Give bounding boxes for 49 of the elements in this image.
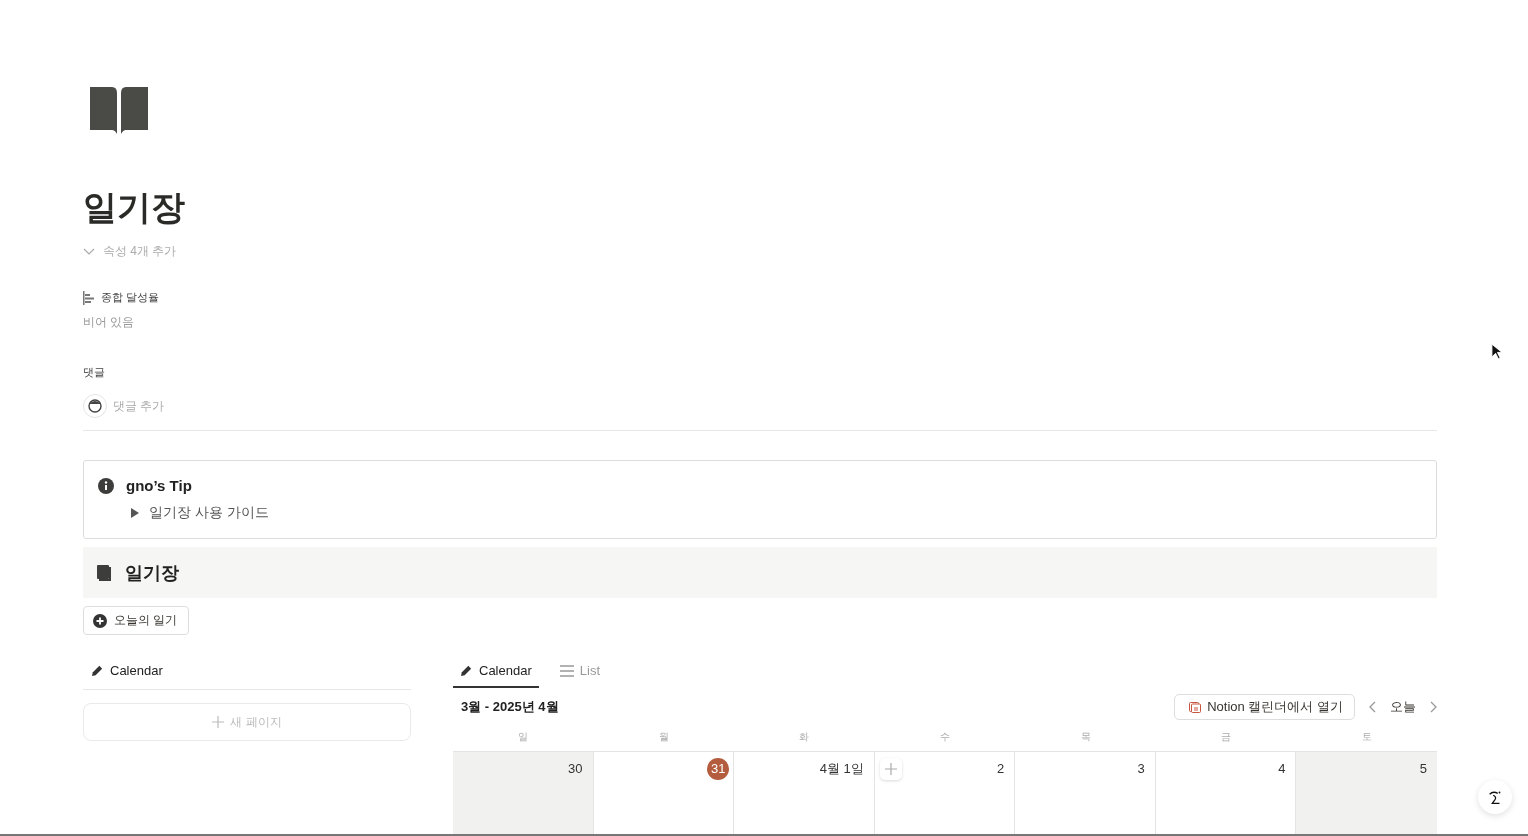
weekday-label: 화 bbox=[734, 722, 875, 752]
chevron-down-icon bbox=[83, 247, 95, 256]
property-label: 종합 달성율 bbox=[101, 290, 160, 305]
comments-label: 댓글 bbox=[83, 365, 105, 380]
page-title: 일기장 bbox=[83, 187, 186, 228]
avatar-icon bbox=[83, 394, 107, 418]
weekday-label: 금 bbox=[1155, 722, 1297, 752]
triangle-right-icon bbox=[131, 508, 139, 518]
day-cell[interactable]: 5 bbox=[1296, 752, 1437, 834]
today-button[interactable]: 오늘 bbox=[1390, 698, 1416, 716]
weekday-label: 수 bbox=[874, 722, 1016, 752]
callout-title: gno’s Tip bbox=[126, 477, 192, 494]
info-icon bbox=[98, 477, 114, 494]
day-cell[interactable]: 30 bbox=[453, 752, 594, 834]
day-number: 30 bbox=[568, 760, 583, 778]
view-tab[interactable]: Calendar bbox=[91, 663, 163, 678]
pencil-icon bbox=[460, 664, 473, 677]
chevron-right-icon bbox=[1430, 701, 1437, 713]
day-number: 3 bbox=[1136, 760, 1145, 778]
chevron-left-icon bbox=[1369, 701, 1376, 713]
weekday-label: 목 bbox=[1015, 722, 1156, 752]
guide-toggle[interactable]: 일기장 사용 가이드 bbox=[131, 504, 269, 522]
day-cell[interactable]: 4월 1일 bbox=[734, 752, 875, 834]
day-cell[interactable]: 31 bbox=[593, 752, 735, 834]
open-calendar-button[interactable]: Notion 캘린더에서 열기 bbox=[1174, 694, 1355, 720]
cursor-icon bbox=[1491, 343, 1502, 360]
day-number: 4 bbox=[1277, 760, 1286, 778]
month-range: 3월 - 2025년 4월 bbox=[461, 698, 559, 716]
next-button[interactable] bbox=[1430, 701, 1437, 713]
add-event-button[interactable] bbox=[879, 758, 902, 780]
section-title: 일기장 bbox=[125, 561, 179, 585]
day-cell[interactable]: 2 bbox=[874, 752, 1016, 834]
plus-icon bbox=[212, 716, 225, 728]
previous-button[interactable] bbox=[1369, 701, 1376, 713]
calendar-icon bbox=[1189, 701, 1202, 713]
pencil-icon bbox=[91, 664, 104, 677]
day-number: 4월 1일 bbox=[819, 760, 864, 778]
day-number: 31 bbox=[707, 758, 730, 780]
bar-chart-icon bbox=[83, 290, 95, 305]
day-number: 5 bbox=[1418, 760, 1427, 778]
help-button[interactable] bbox=[1478, 780, 1512, 814]
plus-icon bbox=[884, 763, 897, 775]
day-cell[interactable]: 3 bbox=[1015, 752, 1156, 834]
list-icon bbox=[559, 664, 574, 677]
weekday-label: 월 bbox=[593, 722, 735, 752]
new-entry-button[interactable]: 오늘의 일기 bbox=[83, 606, 190, 635]
day-number: 2 bbox=[996, 760, 1005, 778]
view-tab[interactable]: Calendar bbox=[453, 657, 539, 688]
plus-circle-icon bbox=[93, 613, 107, 628]
